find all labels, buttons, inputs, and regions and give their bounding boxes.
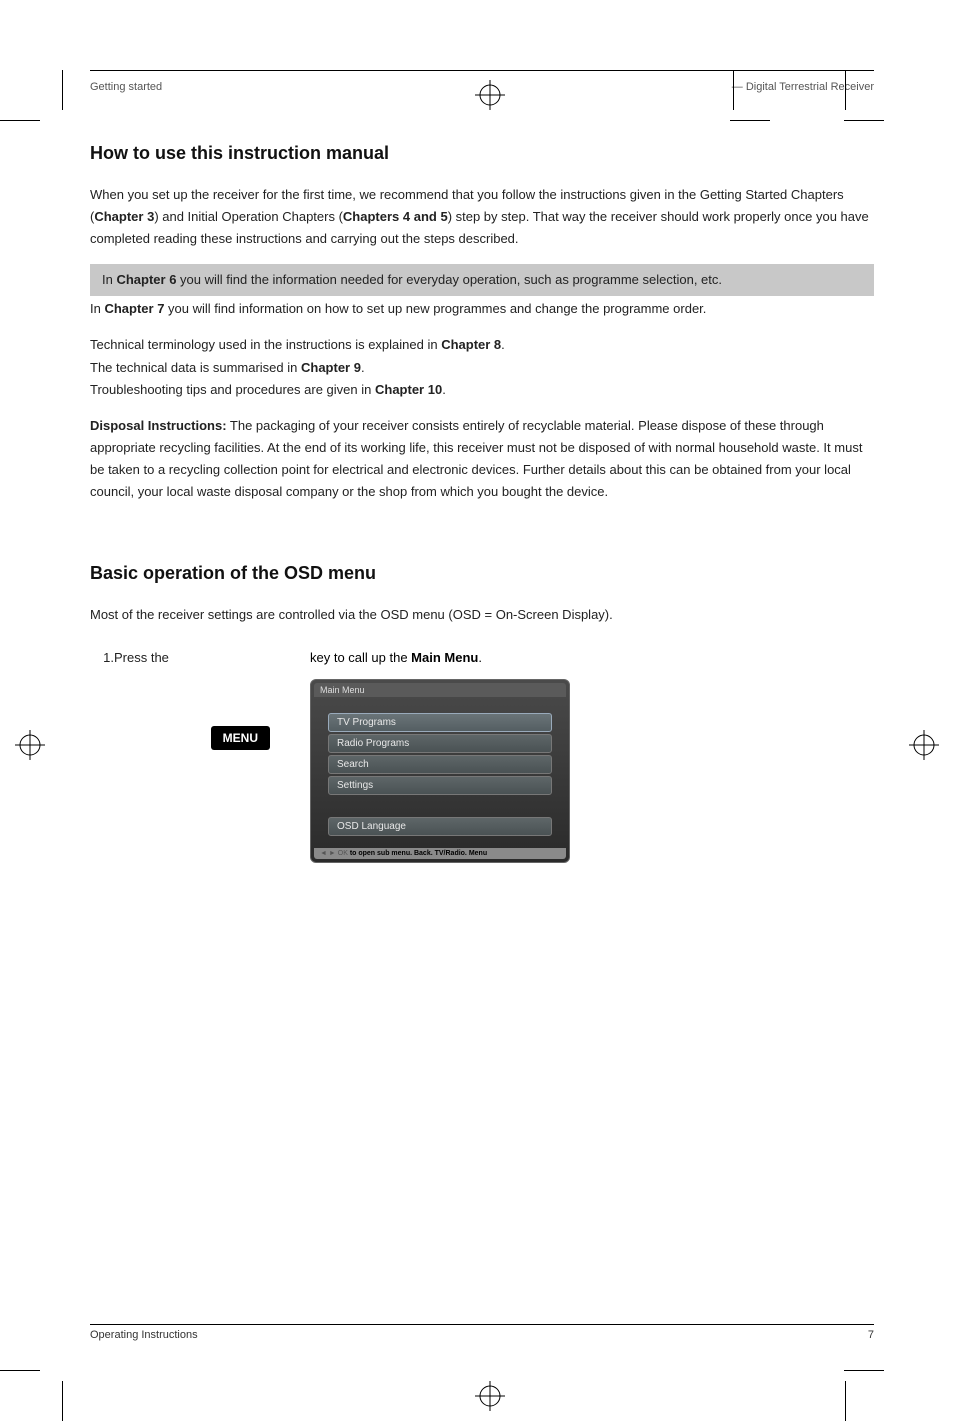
osd-menu-item[interactable]: OSD Language bbox=[328, 817, 552, 836]
registration-mark-icon bbox=[475, 80, 505, 110]
chapter-ref: Chapter 9 bbox=[301, 360, 361, 375]
menu-intro: Most of the receiver settings are contro… bbox=[90, 604, 874, 626]
intro-paragraph: When you set up the receiver for the fir… bbox=[90, 184, 874, 250]
header-section-name: Getting started bbox=[90, 81, 162, 93]
crop-mark bbox=[844, 1370, 884, 1371]
registration-mark-icon bbox=[15, 730, 45, 760]
registration-mark-icon bbox=[909, 730, 939, 760]
crop-mark bbox=[62, 1381, 63, 1421]
chapter-ref: Chapter 10 bbox=[375, 382, 442, 397]
section-title: Basic operation of the OSD menu bbox=[90, 563, 874, 584]
disposal-label: Disposal Instructions: bbox=[90, 418, 227, 433]
crop-mark bbox=[845, 70, 846, 110]
chapter-ref: Chapter 6 bbox=[116, 272, 176, 287]
chapter-ref: Chapter 7 bbox=[104, 301, 164, 316]
header-rule bbox=[90, 70, 874, 71]
chapter-ref: Chapters 4 and 5 bbox=[343, 209, 448, 224]
crop-mark bbox=[0, 1370, 40, 1371]
menu-name-bold: Main Menu bbox=[411, 650, 478, 665]
remote-key-menu: MENU bbox=[211, 726, 270, 750]
page-number: 7 bbox=[868, 1329, 874, 1341]
highlight-row: In Chapter 6 you will find the informati… bbox=[90, 264, 874, 296]
crop-mark bbox=[733, 70, 734, 110]
osd-menu-item[interactable]: Search bbox=[328, 755, 552, 774]
step-number: 1. bbox=[90, 646, 114, 671]
header-device-name: — Digital Terrestrial Receiver bbox=[732, 81, 874, 93]
chapter-ref: Chapter 3 bbox=[94, 209, 154, 224]
osd-title-bar: Main Menu bbox=[314, 683, 566, 697]
crop-mark bbox=[0, 120, 40, 121]
disposal-paragraph: Disposal Instructions: The packaging of … bbox=[90, 415, 874, 503]
crop-mark bbox=[62, 70, 63, 110]
step-item: 1. Press the bbox=[90, 646, 270, 671]
footer-label: Operating Instructions bbox=[90, 1329, 198, 1341]
body-paragraph: The technical data is summarised in Chap… bbox=[90, 357, 874, 379]
osd-menu-item[interactable]: Radio Programs bbox=[328, 734, 552, 753]
footer-rule bbox=[90, 1324, 874, 1325]
section-title: How to use this instruction manual bbox=[90, 143, 874, 164]
body-paragraph: Troubleshooting tips and procedures are … bbox=[90, 379, 874, 401]
osd-menu-item[interactable]: TV Programs bbox=[328, 713, 552, 732]
crop-mark bbox=[844, 120, 884, 121]
registration-mark-icon bbox=[475, 1381, 505, 1411]
osd-footer-hint: ◄ ► OK to open sub menu. Back. TV/Radio.… bbox=[314, 848, 566, 859]
crop-mark bbox=[730, 120, 770, 121]
body-paragraph: Technical terminology used in the instru… bbox=[90, 334, 874, 356]
osd-window: Main Menu TV Programs Radio Programs Sea… bbox=[310, 679, 570, 863]
osd-menu-item[interactable]: Settings bbox=[328, 776, 552, 795]
chapter-ref: Chapter 8 bbox=[441, 337, 501, 352]
crop-mark bbox=[845, 1381, 846, 1421]
